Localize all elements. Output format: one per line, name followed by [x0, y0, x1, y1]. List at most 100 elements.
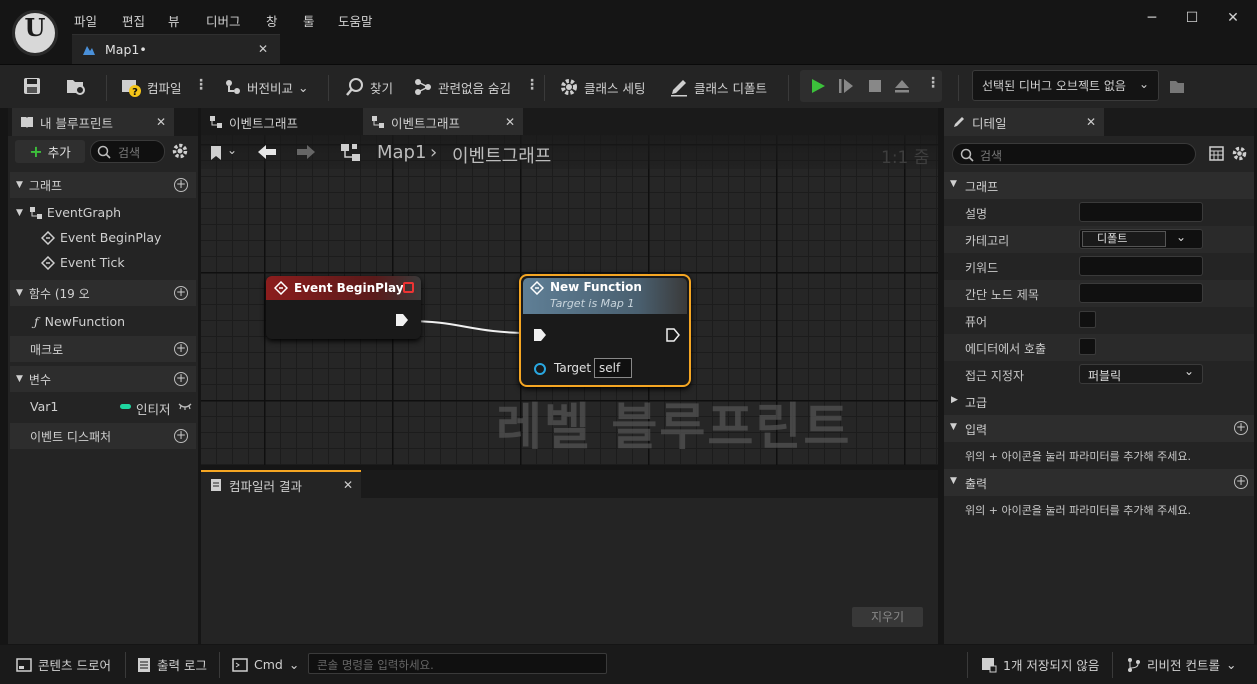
- access-specifier-select[interactable]: 퍼블릭 ⌄: [1079, 364, 1203, 384]
- menu-window[interactable]: 창: [266, 11, 278, 30]
- revision-control-button[interactable]: 리비전 컨트롤 ⌄: [1127, 645, 1236, 684]
- find-button[interactable]: 찾기: [345, 65, 393, 109]
- menu-edit[interactable]: 편집: [122, 11, 145, 30]
- close-icon[interactable]: ✕: [258, 42, 268, 56]
- graph-item-tick[interactable]: Event Tick: [10, 250, 196, 275]
- tab-details[interactable]: 디테일 ✕: [944, 108, 1104, 136]
- close-window-icon[interactable]: ✕: [1222, 10, 1244, 30]
- cmd-select[interactable]: Cmd ⌄: [232, 645, 299, 684]
- close-icon[interactable]: ✕: [1086, 115, 1096, 129]
- add-dispatcher-icon[interactable]: +: [174, 429, 188, 443]
- tab-event-graph-2[interactable]: 이벤트그래프 ✕: [363, 108, 523, 136]
- description-field[interactable]: [1079, 202, 1203, 222]
- compile-button[interactable]: ? 컴파일: [120, 65, 182, 109]
- eye-closed-icon[interactable]: [178, 402, 192, 411]
- table-view-icon[interactable]: [1209, 146, 1224, 161]
- search-icon: [97, 145, 111, 159]
- macros-category[interactable]: 매크로 +: [10, 336, 196, 362]
- gear-icon[interactable]: [1231, 145, 1248, 162]
- debug-object-select[interactable]: 선택된 디버그 오브젝트 없음 ⌄: [972, 70, 1159, 101]
- play-options-icon[interactable]: ⋮: [926, 75, 940, 91]
- minimize-icon[interactable]: ─: [1141, 10, 1163, 30]
- function-item-newfunction[interactable]: ƒ NewFunction: [10, 309, 196, 334]
- exec-out-pin-icon[interactable]: [666, 328, 680, 342]
- tab-event-graph-1[interactable]: 이벤트그래프: [201, 108, 361, 136]
- variables-category[interactable]: ▼ 변수 +: [10, 366, 196, 392]
- content-drawer-button[interactable]: 콘텐츠 드로어: [16, 645, 111, 684]
- details-outputs-category[interactable]: ▼ 출력 +: [944, 469, 1254, 496]
- exec-out-pin-icon[interactable]: [395, 313, 409, 327]
- chevron-down-icon: ▼: [950, 179, 957, 189]
- menu-debug[interactable]: 디버그: [206, 11, 241, 30]
- category-label: 함수 (19 오: [28, 286, 90, 301]
- hide-unrelated-button[interactable]: 관련없음 숨김: [413, 65, 511, 109]
- close-icon[interactable]: ✕: [505, 115, 515, 129]
- integer-type-icon: [120, 404, 131, 409]
- keywords-field[interactable]: [1079, 256, 1203, 276]
- add-variable-icon[interactable]: +: [174, 372, 188, 386]
- tab-my-blueprint[interactable]: 내 블루프린트 ✕: [12, 108, 174, 136]
- chevron-down-icon[interactable]: ⌄: [1176, 230, 1186, 244]
- details-inputs-category[interactable]: ▼ 입력 +: [944, 415, 1254, 442]
- debug-filter-icon[interactable]: [1168, 78, 1186, 96]
- stop-icon[interactable]: [867, 78, 883, 94]
- unreal-logo-icon[interactable]: U: [12, 10, 58, 56]
- menu-view[interactable]: 뷰: [168, 11, 180, 30]
- variable-item-var1[interactable]: Var1 인티저: [10, 394, 196, 419]
- compile-icon: ?: [122, 80, 141, 98]
- console-input[interactable]: 콘솔 명령을 입력하세요.: [308, 653, 607, 674]
- tab-map1[interactable]: Map1• ✕: [72, 34, 280, 64]
- pure-checkbox[interactable]: [1079, 311, 1096, 328]
- more-options-icon[interactable]: ⋮: [525, 77, 539, 93]
- play-icon[interactable]: [810, 78, 826, 94]
- menu-help[interactable]: 도움말: [338, 11, 373, 30]
- details-advanced-category[interactable]: ▶ 고급: [944, 388, 1254, 415]
- functions-category[interactable]: ▼ 함수 (19 오 +: [10, 280, 196, 306]
- menu-file[interactable]: 파일: [74, 11, 97, 30]
- save-icon[interactable]: [22, 76, 42, 96]
- browse-icon[interactable]: [65, 76, 87, 96]
- event-dispatchers-category[interactable]: 이벤트 디스패처 +: [10, 423, 196, 449]
- category-combo[interactable]: 디폴트 ⌄: [1079, 229, 1203, 249]
- delegate-pin-icon[interactable]: [403, 282, 414, 293]
- tab-compiler-results[interactable]: 컴파일러 결과 ✕: [201, 470, 361, 498]
- exec-in-pin-icon[interactable]: [533, 328, 547, 342]
- add-button[interactable]: + 추가: [15, 140, 85, 163]
- class-settings-button[interactable]: 클래스 세팅: [559, 65, 645, 109]
- step-icon[interactable]: [838, 78, 854, 94]
- row-description: 설명: [944, 199, 1254, 226]
- add-function-icon[interactable]: +: [174, 286, 188, 300]
- graph-item-begin-play[interactable]: Event BeginPlay: [10, 225, 196, 250]
- add-output-icon[interactable]: +: [1234, 475, 1248, 489]
- details-graph-category[interactable]: ▼ 그래프: [944, 172, 1254, 199]
- output-log-button[interactable]: 출력 로그: [137, 645, 207, 684]
- blueprint-search-input[interactable]: 검색: [90, 140, 165, 163]
- node-new-function[interactable]: New Function Target is Map 1 Target self: [519, 274, 691, 387]
- compact-title-field[interactable]: [1079, 283, 1203, 303]
- compiler-log-icon: [211, 479, 221, 491]
- unsaved-button[interactable]: 1개 저장되지 않음: [981, 645, 1099, 684]
- add-input-icon[interactable]: +: [1234, 421, 1248, 435]
- blueprint-graph[interactable]: ⌄ Map1 › 이벤트그래프 1:1 줌 레벨 블루프린트 Event Beg…: [201, 135, 938, 465]
- gear-icon[interactable]: [171, 142, 189, 160]
- close-icon[interactable]: ✕: [156, 115, 166, 129]
- eject-icon[interactable]: [894, 78, 910, 94]
- add-graph-icon[interactable]: +: [174, 178, 188, 192]
- target-value-field[interactable]: self: [594, 358, 632, 378]
- add-macro-icon[interactable]: +: [174, 342, 188, 356]
- graphs-category[interactable]: ▼ 그래프 +: [10, 172, 196, 198]
- diff-button[interactable]: 버전비교 ⌄: [224, 65, 309, 109]
- graph-item-eventgraph[interactable]: ▼ EventGraph: [10, 200, 196, 225]
- clear-button[interactable]: 지우기: [852, 607, 923, 627]
- compile-options-icon[interactable]: ⋮: [194, 77, 208, 93]
- node-event-begin-play[interactable]: Event BeginPlay: [266, 276, 421, 339]
- category-value[interactable]: 디폴트: [1082, 231, 1166, 247]
- close-icon[interactable]: ✕: [343, 478, 353, 492]
- maximize-icon[interactable]: ☐: [1181, 10, 1203, 30]
- menu-tools[interactable]: 툴: [303, 11, 315, 30]
- target-pin-icon[interactable]: [534, 363, 546, 375]
- class-defaults-button[interactable]: 클래스 디폴트: [669, 65, 767, 109]
- details-search-input[interactable]: 검색: [952, 143, 1196, 165]
- chevron-down-icon: ⌄: [288, 657, 300, 672]
- call-in-editor-checkbox[interactable]: [1079, 338, 1096, 355]
